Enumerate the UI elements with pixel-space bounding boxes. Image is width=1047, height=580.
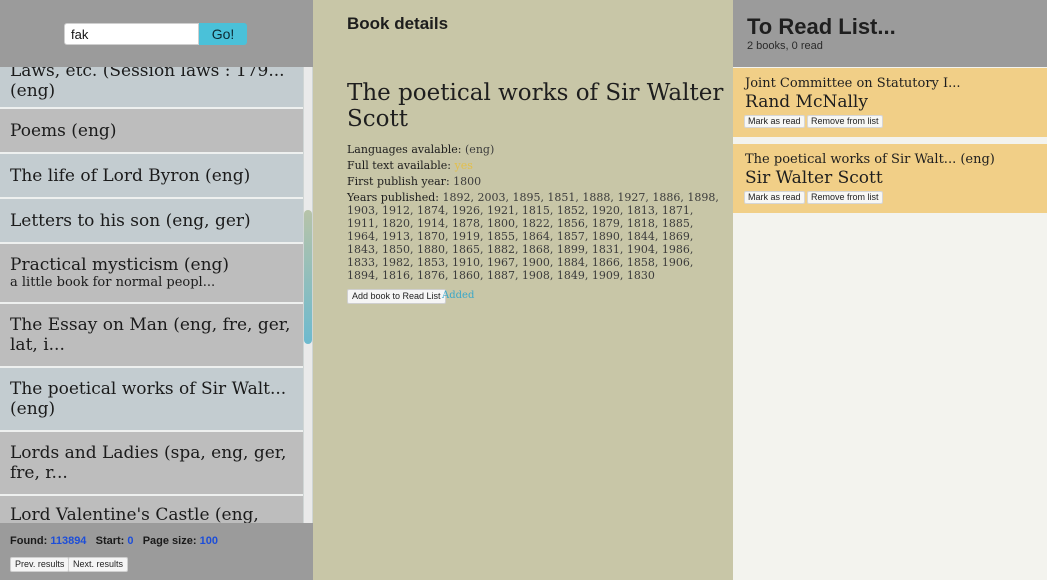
list-item-title: Practical mysticism (eng)	[10, 255, 230, 275]
book-meta: Languages avalable: (eng) Full text avai…	[347, 143, 723, 285]
fulltext-value: yes	[454, 159, 473, 172]
list-item-title: Lords and Ladies (spa, eng, ger, fre, r.…	[10, 443, 287, 483]
page-size-label: Page size:	[142, 535, 197, 547]
remove-from-list-button[interactable]: Remove from list	[807, 115, 883, 128]
prev-results-button[interactable]: Prev. results	[10, 557, 70, 572]
list-item[interactable]: The life of Lord Byron (eng)	[0, 154, 303, 199]
next-results-button[interactable]: Next. results	[68, 557, 129, 572]
start-label: Start:	[95, 535, 125, 547]
read-list-count: 2 books, 0 read	[747, 40, 823, 52]
list-item-title: The life of Lord Byron (eng)	[10, 165, 251, 186]
search-input[interactable]	[64, 23, 199, 45]
list-item[interactable]: Laws, etc. (Session laws : 179... (eng)	[0, 67, 303, 109]
mark-as-read-button[interactable]: Mark as read	[744, 115, 805, 128]
list-item-title: Laws, etc. (Session laws : 179... (eng)	[10, 67, 285, 101]
list-item-title: Poems (eng)	[10, 120, 117, 141]
read-list-header: To Read List... 2 books, 0 read	[733, 0, 1047, 67]
fulltext-row: Full text available: yes	[347, 159, 723, 172]
go-button[interactable]: Go!	[199, 23, 247, 45]
read-list-title: To Read List...	[747, 14, 896, 39]
found-count: 113894	[50, 535, 87, 547]
book-details-panel: Book details The poetical works of Sir W…	[313, 0, 733, 580]
years-row: Years published: 1892, 2003, 1895, 1851,…	[347, 191, 723, 282]
read-list-item-title: The poetical works of Sir Walt... (eng)	[745, 152, 995, 167]
languages-row: Languages avalable: (eng)	[347, 143, 723, 156]
remove-from-list-button[interactable]: Remove from list	[807, 191, 883, 204]
first-publish-value: 1800	[453, 175, 482, 188]
read-list-item-author: Sir Walter Scott	[745, 168, 883, 188]
list-item[interactable]: The Essay on Man (eng, fre, ger, lat, i.…	[0, 304, 303, 368]
list-item[interactable]: Lords and Ladies (spa, eng, ger, fre, r.…	[0, 432, 303, 496]
years-value: 1892, 2003, 1895, 1851, 1888, 1927, 1886…	[347, 191, 719, 282]
first-publish-row: First publish year: 1800	[347, 175, 723, 188]
first-publish-label: First publish year:	[347, 175, 450, 188]
results-footer: Found: 113894 Start: 0 Page size: 100 Pr…	[0, 523, 313, 580]
list-item[interactable]: The poetical works of Sir Walt... (eng)	[0, 368, 303, 432]
list-item-title: Lord Valentine's Castle (eng, ger,	[10, 505, 259, 523]
start-value: 0	[127, 535, 134, 547]
languages-value: (eng)	[465, 143, 495, 156]
added-status: Added	[442, 290, 475, 301]
read-list-item-title: Joint Committee on Statutory I...	[745, 76, 961, 91]
list-item[interactable]: Lord Valentine's Castle (eng, ger,	[0, 496, 303, 523]
list-item[interactable]: Letters to his son (eng, ger)	[0, 199, 303, 244]
read-list-item: Joint Committee on Statutory I... Rand M…	[733, 68, 1047, 137]
list-item[interactable]: Poems (eng)	[0, 109, 303, 154]
list-item-subtitle: a little book for normal peopl...	[10, 275, 216, 290]
search-panel: Go! Laws, etc. (Session laws : 179... (e…	[0, 0, 313, 580]
add-to-read-list-button[interactable]: Add book to Read List	[347, 289, 446, 304]
book-title: The poetical works of Sir Walter Scott	[347, 80, 724, 132]
scrollbar-thumb[interactable]	[304, 210, 312, 344]
results-list[interactable]: Laws, etc. (Session laws : 179... (eng) …	[0, 67, 313, 523]
read-list-item-author: Rand McNally	[745, 92, 868, 112]
search-bar: Go!	[0, 0, 313, 67]
list-item[interactable]: Practical mysticism (eng) a little book …	[0, 244, 303, 304]
details-heading: Book details	[347, 14, 449, 33]
list-item-title: The poetical works of Sir Walt... (eng)	[10, 379, 287, 419]
languages-label: Languages avalable:	[347, 143, 462, 156]
mark-as-read-button[interactable]: Mark as read	[744, 191, 805, 204]
read-list-item: The poetical works of Sir Walt... (eng) …	[733, 144, 1047, 213]
found-label: Found:	[10, 535, 48, 547]
years-label: Years published:	[347, 191, 439, 204]
page-size-value: 100	[199, 535, 218, 547]
read-list-panel: To Read List... 2 books, 0 read Joint Co…	[733, 0, 1047, 580]
fulltext-label: Full text available:	[347, 159, 452, 172]
list-item-title: The Essay on Man (eng, fre, ger, lat, i.…	[10, 315, 291, 355]
results-stats: Found: 113894 Start: 0 Page size: 100	[10, 535, 218, 547]
list-item-title: Letters to his son (eng, ger)	[10, 210, 251, 231]
